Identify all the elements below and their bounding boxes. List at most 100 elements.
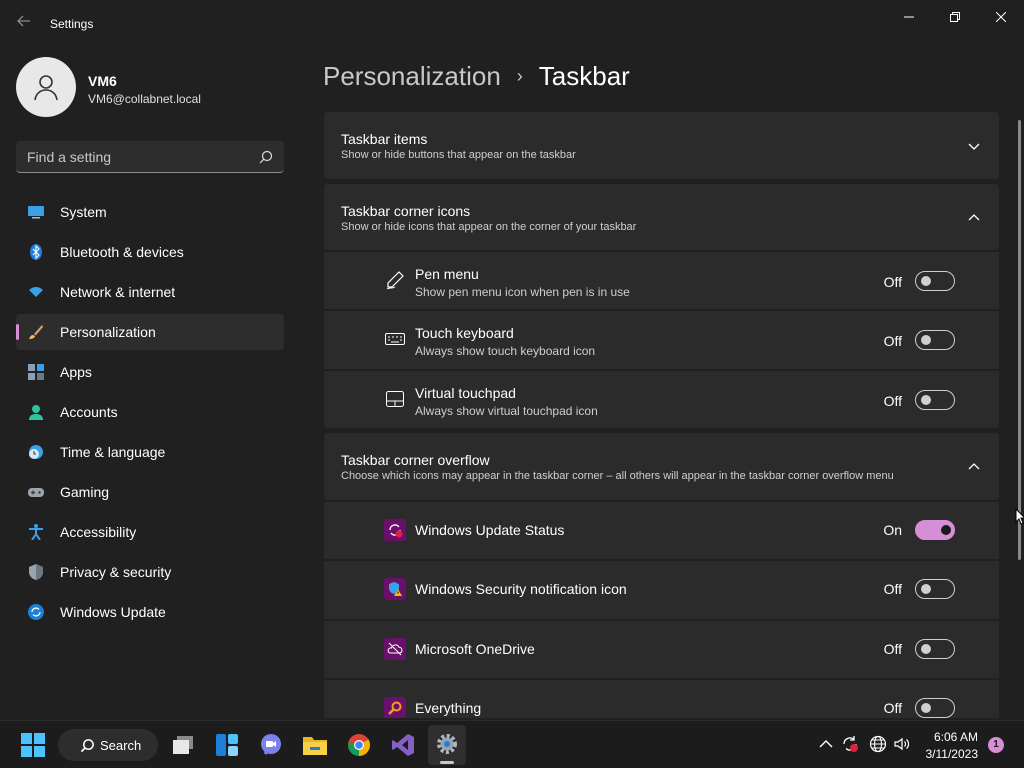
windows-update-status-icon: [384, 519, 406, 541]
row-title: Virtual touchpad: [415, 385, 516, 401]
chevron-up-icon[interactable]: [817, 735, 835, 753]
clock-time[interactable]: 6:06 AM: [924, 730, 978, 744]
nav-item-label: Apps: [60, 364, 92, 380]
update-icon: [28, 604, 44, 620]
update-status-icon[interactable]: [841, 735, 859, 753]
windows-security-toggle[interactable]: [915, 579, 955, 599]
restore-button[interactable]: [932, 6, 978, 28]
nav-item-gaming[interactable]: Gaming: [16, 474, 284, 510]
breadcrumb: Personalization › Taskbar: [323, 58, 630, 94]
nav-item-system[interactable]: System: [16, 194, 284, 230]
nav-item-windows-update[interactable]: Windows Update: [16, 594, 284, 630]
nav-item-label: Gaming: [60, 484, 110, 500]
pen-menu-toggle[interactable]: [915, 271, 955, 291]
row-subtitle: Always show touch keyboard icon: [415, 344, 596, 358]
nav-item-network[interactable]: Network & internet: [16, 274, 284, 310]
section-taskbar-corner-icons[interactable]: Taskbar corner icons Show or hide icons …: [324, 184, 999, 250]
minimize-button[interactable]: [886, 6, 932, 28]
globe-icon[interactable]: [869, 735, 887, 753]
app-title: Settings: [50, 17, 94, 31]
account-icon: [29, 405, 43, 420]
arrow-left-icon: [17, 15, 30, 27]
widgets-icon: [216, 734, 238, 756]
section-taskbar-items[interactable]: Taskbar items Show or hide buttons that …: [324, 112, 999, 179]
section-taskbar-corner-overflow[interactable]: Taskbar corner overflow Choose which ico…: [324, 433, 999, 500]
title-bar: Settings: [0, 0, 1024, 48]
nav-item-label: Privacy & security: [60, 564, 172, 580]
close-button[interactable]: [978, 6, 1024, 28]
chevron-up-icon[interactable]: [967, 211, 981, 225]
task-view-icon: [173, 736, 193, 754]
nav-item-bluetooth[interactable]: Bluetooth & devices: [16, 234, 284, 270]
nav-item-accessibility[interactable]: Accessibility: [16, 514, 284, 550]
row-title: Microsoft OneDrive: [415, 641, 535, 657]
chrome-button[interactable]: [346, 732, 372, 758]
file-explorer-button[interactable]: [302, 732, 328, 758]
wifi-icon: [29, 287, 43, 297]
settings-taskbar-button[interactable]: [428, 725, 466, 765]
search-input[interactable]: Find a setting: [16, 141, 284, 173]
chrome-icon: [348, 734, 370, 756]
brush-icon: [29, 325, 43, 339]
touchpad-icon: [384, 388, 406, 410]
apps-icon: [28, 364, 44, 380]
nav-item-accounts[interactable]: Accounts: [16, 394, 284, 430]
user-email: VM6@collabnet.local: [88, 92, 201, 106]
bluetooth-icon: [30, 244, 42, 260]
toggle-state: On: [883, 522, 902, 538]
task-view-button[interactable]: [170, 732, 196, 758]
virtual-touchpad-toggle[interactable]: [915, 390, 955, 410]
setting-row-windows-update-status: Windows Update Status On: [324, 502, 999, 559]
scrollbar[interactable]: [1018, 120, 1021, 560]
breadcrumb-parent[interactable]: Personalization: [323, 61, 501, 92]
minimize-icon: [904, 16, 914, 18]
touch-keyboard-toggle[interactable]: [915, 330, 955, 350]
mouse-cursor-icon: [1015, 508, 1024, 525]
chevron-up-icon[interactable]: [967, 460, 981, 474]
back-button[interactable]: [12, 12, 36, 36]
search-placeholder: Find a setting: [27, 149, 112, 165]
nav-item-label: Accounts: [60, 404, 118, 420]
nav-item-label: Accessibility: [60, 524, 137, 540]
breadcrumb-separator: ›: [516, 65, 523, 86]
setting-row-everything: Everything Off: [324, 680, 999, 718]
teams-chat-button[interactable]: [258, 732, 284, 758]
taskbar-search-button[interactable]: Search: [58, 729, 158, 761]
setting-row-virtual-touchpad: Virtual touchpad Always show virtual tou…: [324, 371, 999, 428]
file-explorer-icon: [303, 737, 327, 755]
sidebar: VM6 VM6@collabnet.local Find a setting S…: [0, 48, 300, 718]
clock-globe-icon: [29, 445, 43, 459]
row-title: Windows Update Status: [415, 522, 565, 538]
volume-icon[interactable]: [893, 735, 911, 753]
search-icon: [259, 150, 273, 164]
everything-search-icon: [384, 697, 406, 718]
shield-icon: [29, 564, 43, 580]
setting-row-microsoft-onedrive: Microsoft OneDrive Off: [324, 621, 999, 678]
everything-toggle[interactable]: [915, 698, 955, 718]
widgets-button[interactable]: [214, 732, 240, 758]
windows-start-icon: [21, 733, 45, 757]
notification-badge[interactable]: 1: [988, 737, 1004, 753]
toggle-state: Off: [883, 333, 902, 349]
start-button[interactable]: [20, 732, 46, 758]
setting-row-pen-menu: Pen menu Show pen menu icon when pen is …: [324, 252, 999, 309]
nav-item-time-language[interactable]: Time & language: [16, 434, 284, 470]
settings-icon: [437, 734, 457, 754]
microsoft-onedrive-toggle[interactable]: [915, 639, 955, 659]
visual-studio-button[interactable]: [390, 732, 416, 758]
nav-item-label: Personalization: [60, 324, 156, 340]
nav-item-apps[interactable]: Apps: [16, 354, 284, 390]
row-title: Touch keyboard: [415, 325, 514, 341]
row-subtitle: Always show virtual touchpad icon: [415, 404, 598, 418]
row-title: Windows Security notification icon: [415, 581, 627, 597]
clock-date[interactable]: 3/11/2023: [918, 747, 979, 761]
row-title: Everything: [415, 700, 482, 716]
chevron-down-icon[interactable]: [967, 139, 981, 153]
setting-row-windows-security: Windows Security notification icon Off: [324, 561, 999, 619]
search-icon: [80, 739, 94, 753]
toggle-state: Off: [883, 581, 902, 597]
nav-item-privacy-security[interactable]: Privacy & security: [16, 554, 284, 590]
windows-update-status-toggle[interactable]: [915, 520, 955, 540]
nav-item-personalization[interactable]: Personalization: [16, 314, 284, 350]
section-subtitle: Show or hide icons that appear on the co…: [341, 221, 637, 233]
